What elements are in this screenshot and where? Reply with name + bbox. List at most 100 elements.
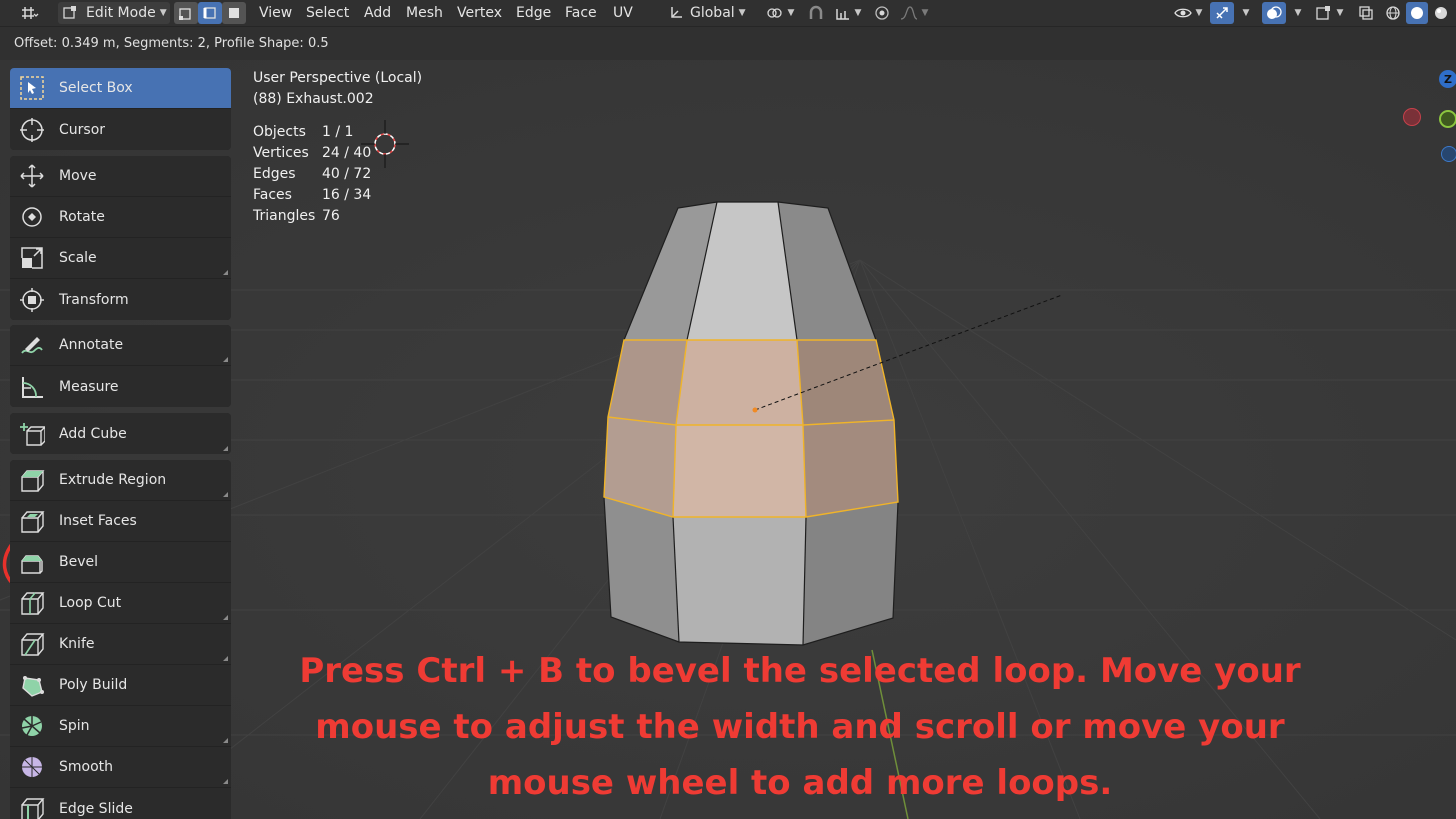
tool-select-box[interactable]: Select Box	[10, 68, 231, 109]
tool-variants-indicator	[223, 492, 228, 497]
gizmo-arrows-icon	[1216, 7, 1228, 19]
orientation-axes-icon	[671, 7, 682, 18]
tool-spin[interactable]: Spin	[10, 706, 231, 747]
tool-add-cube[interactable]: Add Cube	[10, 413, 231, 454]
pivot-icon	[766, 8, 782, 18]
tool-smooth[interactable]: Smooth	[10, 747, 231, 788]
move-icon	[17, 161, 47, 191]
extrude-region-icon	[17, 465, 47, 495]
stat-row-vertices: Vertices 24 / 40	[253, 145, 372, 161]
mode-label: Edit Mode	[86, 5, 156, 21]
chevron-down-icon: ▼	[854, 8, 862, 18]
knife-icon	[17, 629, 47, 659]
proportional-editing-toggle[interactable]	[870, 2, 894, 24]
menu-mesh[interactable]: Mesh	[406, 2, 443, 24]
tool-edge-slide[interactable]: Edge Slide	[10, 788, 231, 819]
edge-select-mode-button[interactable]	[198, 2, 222, 24]
chevron-down-icon: ▼	[1195, 8, 1203, 18]
viewport-header: Edit Mode ▼ View Select Add Mesh Vertex …	[0, 0, 1456, 26]
tool-scale[interactable]: Scale	[10, 238, 231, 279]
tool-group-mesh-edit: Extrude Region Inset Faces Bevel Loop Cu…	[10, 460, 231, 819]
orientation-label: Global	[690, 5, 735, 21]
menu-vertex[interactable]: Vertex	[457, 2, 502, 24]
annotate-icon	[17, 330, 47, 360]
material-sphere-icon	[1435, 7, 1447, 19]
overlays-toggle[interactable]	[1262, 2, 1286, 24]
overlays-options-button[interactable]: ▼	[1288, 2, 1304, 24]
chevron-down-icon: ▼	[1336, 8, 1344, 18]
selected-face	[673, 425, 806, 517]
tool-poly-build[interactable]: Poly Build	[10, 665, 231, 706]
tutorial-caption: Press Ctrl + B to bevel the selected loo…	[299, 651, 1301, 803]
gizmo-neg-z-axis[interactable]	[1441, 146, 1456, 162]
material-preview-button[interactable]	[1430, 2, 1452, 24]
gizmo-x-axis[interactable]	[1403, 108, 1421, 126]
tool-rotate[interactable]: Rotate	[10, 197, 231, 238]
stat-row-objects: Objects 1 / 1	[253, 124, 354, 140]
cursor-icon	[17, 115, 47, 145]
stat-row-triangles: Triangles 76	[253, 208, 340, 224]
selected-face	[676, 340, 803, 425]
gizmo-toggle[interactable]	[1210, 2, 1234, 24]
visibility-selector[interactable]: ▼	[1170, 2, 1206, 24]
tool-variants-indicator	[223, 357, 228, 362]
menu-view[interactable]: View	[259, 2, 292, 24]
tool-variants-indicator	[223, 779, 228, 784]
menu-edge[interactable]: Edge	[516, 2, 551, 24]
chevron-down-icon: ▼	[738, 8, 746, 18]
scale-icon	[17, 243, 47, 273]
pivot-point-selector[interactable]: ▼	[762, 2, 798, 24]
mode-selector[interactable]: Edit Mode ▼	[58, 2, 170, 24]
menu-select[interactable]: Select	[306, 2, 349, 24]
tool-extrude-region[interactable]: Extrude Region	[10, 460, 231, 501]
xray-toggle[interactable]	[1354, 2, 1378, 24]
chevron-down-icon: ▼	[159, 8, 167, 18]
stat-row-faces: Faces 16 / 34	[253, 187, 372, 203]
active-object-name: (88) Exhaust.002	[253, 91, 374, 107]
tool-cursor[interactable]: Cursor	[10, 109, 231, 150]
edge-slide-icon	[17, 794, 47, 819]
menu-uv[interactable]: UV	[613, 2, 633, 24]
bevel-operation-summary[interactable]: Offset: 0.349 m, Segments: 2, Profile Sh…	[14, 36, 329, 51]
tool-transform[interactable]: Transform	[10, 279, 231, 320]
gizmo-y-axis[interactable]	[1439, 110, 1456, 128]
eye-icon	[1173, 8, 1192, 18]
tool-variants-indicator	[223, 738, 228, 743]
smooth-icon	[17, 752, 47, 782]
menu-add[interactable]: Add	[364, 2, 391, 24]
solid-shading-button[interactable]	[1406, 2, 1428, 24]
vertex-select-mode-button[interactable]	[174, 2, 198, 24]
snap-toggle[interactable]	[804, 2, 828, 24]
chevron-down-icon: ▼	[921, 8, 929, 18]
falloff-selector[interactable]: ▼	[896, 2, 932, 24]
editor-type-button[interactable]	[12, 2, 48, 24]
tool-group-annotate: Annotate Measure	[10, 325, 231, 407]
gizmo-z-axis[interactable]: Z	[1439, 70, 1456, 88]
transform-orientation-selector[interactable]: Global ▼	[662, 2, 758, 24]
add-cube-icon	[17, 419, 47, 449]
proportional-editing-icon	[875, 6, 889, 20]
tool-move[interactable]: Move	[10, 156, 231, 197]
menu-face[interactable]: Face	[565, 2, 597, 24]
tool-inset-faces[interactable]: Inset Faces	[10, 501, 231, 542]
mesh-edit-overlays-button[interactable]: ▼	[1310, 2, 1348, 24]
snap-target-selector[interactable]: ▼	[830, 2, 866, 24]
tool-bevel[interactable]: Bevel	[10, 542, 231, 583]
tool-variants-indicator	[223, 656, 228, 661]
face-select-mode-button[interactable]	[222, 2, 246, 24]
bevel-pivot-point	[752, 407, 758, 413]
tool-measure[interactable]: Measure	[10, 366, 231, 407]
tool-knife[interactable]: Knife	[10, 624, 231, 665]
measure-icon	[17, 372, 47, 402]
falloff-curve-icon	[900, 6, 917, 20]
tool-variants-indicator	[223, 615, 228, 620]
wireframe-shading-button[interactable]	[1382, 2, 1404, 24]
tool-group-select: Select Box Cursor	[10, 68, 231, 150]
mesh-overlays-icon	[1315, 6, 1330, 20]
gizmo-options-button[interactable]: ▼	[1236, 2, 1252, 24]
transform-icon	[17, 285, 47, 315]
wireframe-sphere-icon	[1386, 6, 1400, 20]
tool-loop-cut[interactable]: Loop Cut	[10, 583, 231, 624]
chevron-down-icon: ▼	[1242, 8, 1250, 18]
tool-annotate[interactable]: Annotate	[10, 325, 231, 366]
